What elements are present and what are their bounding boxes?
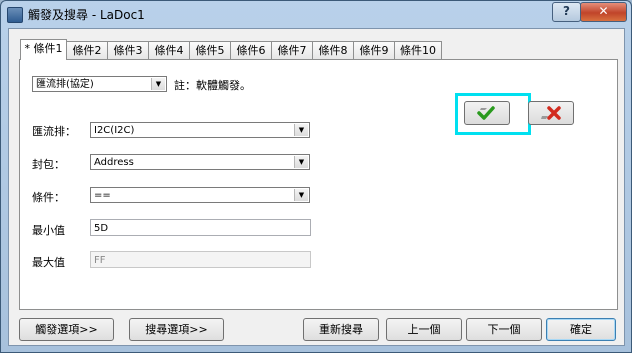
packet-select-value: Address xyxy=(94,157,134,168)
max-value-input[interactable]: FF xyxy=(90,251,311,268)
tab-condition-2[interactable]: 條件2 xyxy=(66,41,108,59)
window-title: 觸發及搜尋 - LaDoc1 xyxy=(28,8,145,22)
next-button[interactable]: 下一個 xyxy=(466,318,542,341)
packet-label: 封包： xyxy=(32,158,65,171)
tab-condition-4[interactable]: 條件4 xyxy=(148,41,190,59)
condition-select[interactable]: == ▼ xyxy=(90,187,310,203)
bus-select[interactable]: I2C(I2C) ▼ xyxy=(90,122,310,138)
chevron-down-icon: ▼ xyxy=(294,189,308,201)
max-value-label: 最大值 xyxy=(32,256,65,269)
tab-condition-8[interactable]: 條件8 xyxy=(312,41,354,59)
chevron-down-icon: ▼ xyxy=(294,124,308,136)
re-search-button[interactable]: 重新搜尋 xyxy=(303,318,379,341)
bus-select-value: I2C(I2C) xyxy=(94,125,135,136)
mode-select[interactable]: 匯流排(協定) ▼ xyxy=(32,76,167,92)
app-icon xyxy=(7,7,23,23)
tab-condition-3[interactable]: 條件3 xyxy=(107,41,149,59)
trigger-options-button[interactable]: 觸發選項>> xyxy=(19,318,114,341)
title-bar: 觸發及搜尋 - LaDoc1 ? ✕ xyxy=(1,1,631,27)
red-x-icon xyxy=(541,106,561,120)
clear-button[interactable] xyxy=(528,101,574,125)
min-value-input[interactable]: 5D xyxy=(90,219,311,236)
close-button[interactable]: ✕ xyxy=(580,2,627,22)
min-value-label: 最小值 xyxy=(32,224,65,237)
condition-panel: 匯流排(協定) ▼ 註：軟體觸發。 匯流排： I2C(I2C) ▼ 封包： Ad… xyxy=(19,59,618,310)
tab-condition-5[interactable]: 條件5 xyxy=(189,41,231,59)
tab-condition-6[interactable]: 條件6 xyxy=(230,41,272,59)
packet-select[interactable]: Address ▼ xyxy=(90,154,310,170)
help-button[interactable]: ? xyxy=(552,2,581,22)
dialog-client-area: * 條件1 條件2 條件3 條件4 條件5 條件6 條件7 條件8 條件9 條件… xyxy=(8,28,625,346)
mode-select-value: 匯流排(協定) xyxy=(36,79,94,90)
previous-button[interactable]: 上一個 xyxy=(386,318,462,341)
condition-label: 條件： xyxy=(32,191,65,204)
chevron-down-icon: ▼ xyxy=(151,78,165,90)
bus-label: 匯流排： xyxy=(32,125,76,138)
ok-button[interactable]: 確定 xyxy=(546,318,616,341)
tab-condition-9[interactable]: 條件9 xyxy=(353,41,395,59)
tab-condition-10[interactable]: 條件10 xyxy=(394,41,442,59)
chevron-down-icon: ▼ xyxy=(294,156,308,168)
apply-button[interactable] xyxy=(464,101,510,125)
tab-condition-1[interactable]: * 條件1 xyxy=(20,39,67,60)
tab-condition-7[interactable]: 條件7 xyxy=(271,41,313,59)
dialog-window: 觸發及搜尋 - LaDoc1 ? ✕ * 條件1 條件2 條件3 條件4 條件5… xyxy=(0,0,632,353)
search-options-button[interactable]: 搜尋選項>> xyxy=(129,318,224,341)
condition-select-value: == xyxy=(94,190,111,201)
software-trigger-note: 註：軟體觸發。 xyxy=(174,79,251,92)
check-icon xyxy=(477,106,495,120)
